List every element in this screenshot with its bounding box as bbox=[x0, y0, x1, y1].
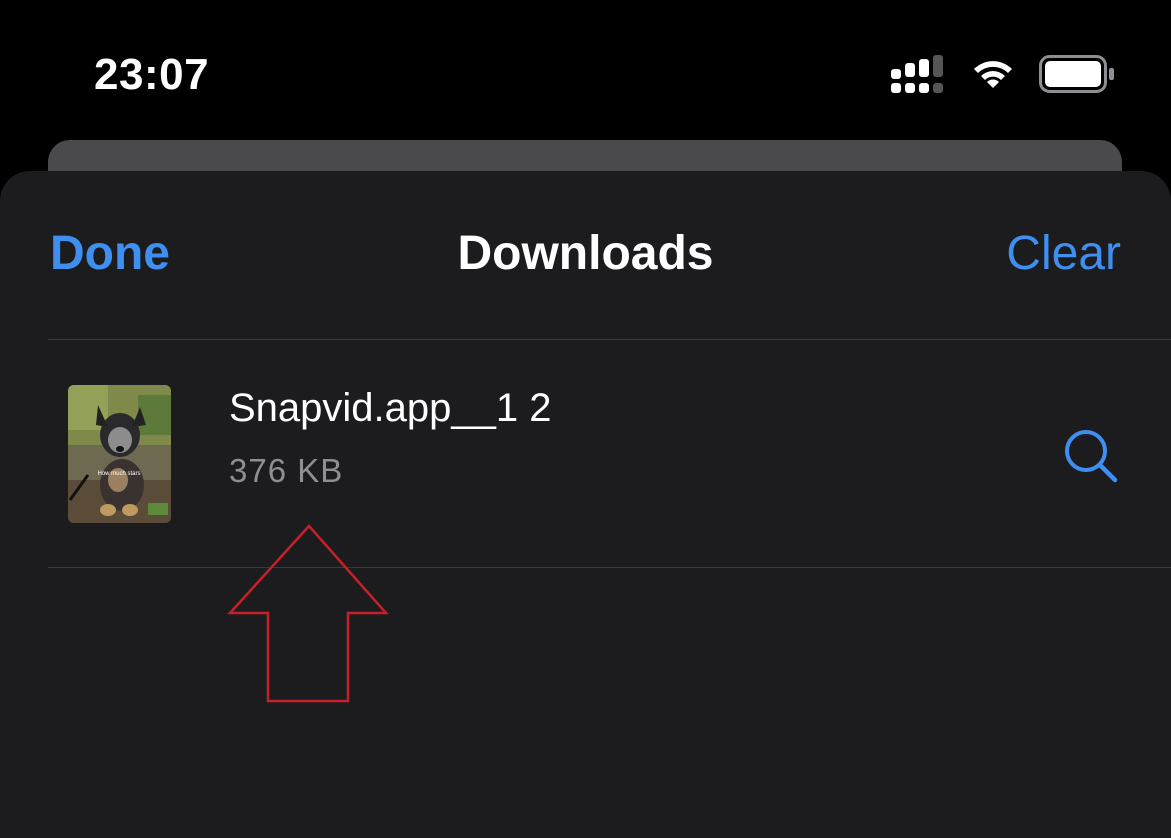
search-icon[interactable] bbox=[1061, 426, 1121, 486]
annotation-arrow-icon bbox=[227, 524, 389, 703]
status-bar: 23:07 bbox=[0, 0, 1171, 150]
thumbnail-caption: How much stars bbox=[97, 471, 140, 477]
cellular-signal-icon bbox=[891, 55, 943, 93]
downloads-sheet: Done Downloads Clear How much stars Snap… bbox=[0, 171, 1171, 838]
status-icons bbox=[891, 55, 1115, 93]
wifi-icon bbox=[974, 61, 1012, 88]
screen: 23:07 Done Downloads Clear How much star… bbox=[0, 0, 1171, 838]
clear-button[interactable]: Clear bbox=[1006, 226, 1121, 281]
row-divider bbox=[48, 567, 1171, 568]
page-title: Downloads bbox=[457, 227, 714, 280]
battery-icon bbox=[1039, 55, 1114, 93]
file-size: 376 KB bbox=[229, 452, 344, 489]
status-time: 23:07 bbox=[94, 50, 210, 99]
file-thumbnail[interactable]: How much stars bbox=[68, 385, 171, 523]
file-name: Snapvid.app__1 2 bbox=[229, 386, 552, 430]
download-row[interactable]: How much stars Snapvid.app__1 2 376 KB bbox=[48, 340, 1171, 568]
